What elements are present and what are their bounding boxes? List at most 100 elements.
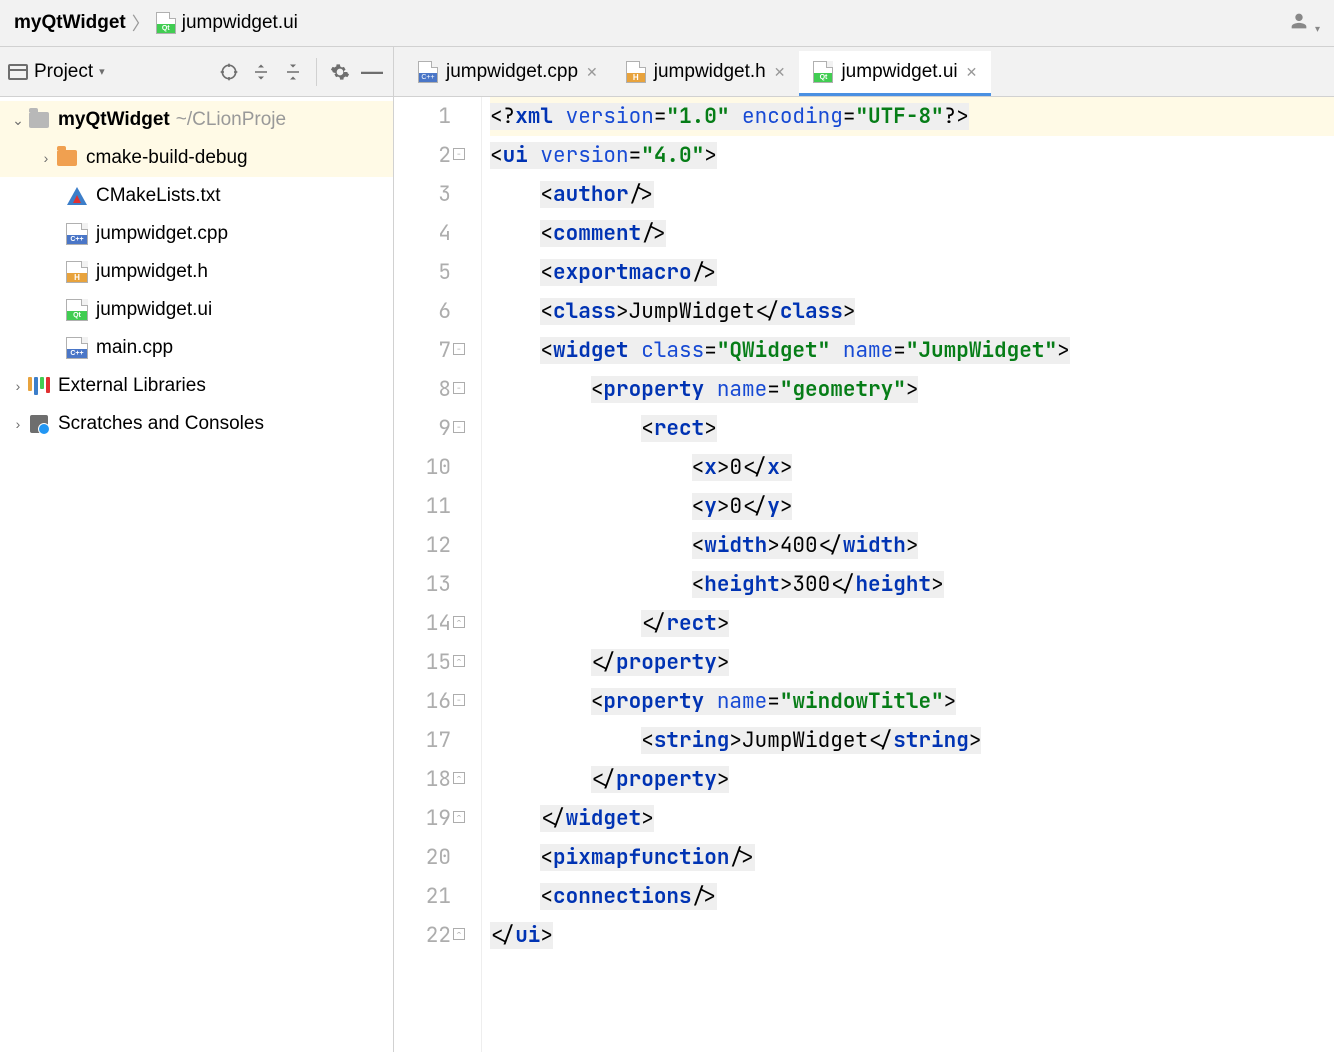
h-file-icon	[626, 61, 646, 83]
fold-icon[interactable]: −	[453, 694, 465, 706]
code-line[interactable]: <author/>	[490, 175, 1334, 214]
line-number[interactable]: 16−	[394, 682, 451, 721]
line-number[interactable]: 3	[394, 175, 451, 214]
code-line[interactable]: </ui>	[490, 916, 1334, 955]
qt-file-icon	[66, 299, 88, 321]
tree-project-root[interactable]: ⌄ myQtWidget ~/CLionProje	[0, 101, 393, 139]
code-line[interactable]: <x>0</x>	[490, 448, 1334, 487]
code-line[interactable]: <comment/>	[490, 214, 1334, 253]
tree-folder[interactable]: › cmake-build-debug	[0, 139, 393, 177]
fold-icon[interactable]: ⌃	[453, 616, 465, 628]
tree-file[interactable]: jumpwidget.cpp	[0, 215, 393, 253]
sidebar-label[interactable]: Project	[34, 61, 93, 83]
user-icon[interactable]: ▾	[1288, 10, 1320, 37]
close-icon[interactable]: ✕	[966, 64, 978, 81]
line-number[interactable]: 6	[394, 292, 451, 331]
external-label: External Libraries	[58, 375, 206, 397]
code-line[interactable]: <property name="windowTitle">	[490, 682, 1334, 721]
code-editor[interactable]: 12−34567−8−9−1011121314⌃15⌃16−1718⌃19⌃20…	[394, 97, 1334, 1052]
line-number[interactable]: 10	[394, 448, 451, 487]
cpp-file-icon	[66, 223, 88, 245]
tree-scratches[interactable]: › Scratches and Consoles	[0, 405, 393, 443]
code-line[interactable]: <ui version="4.0">	[490, 136, 1334, 175]
breadcrumb-root[interactable]: myQtWidget	[14, 12, 126, 34]
project-tree[interactable]: ⌄ myQtWidget ~/CLionProje › cmake-build-…	[0, 97, 393, 1052]
fold-icon[interactable]: ⌃	[453, 811, 465, 823]
fold-icon[interactable]: ⌃	[453, 928, 465, 940]
line-number[interactable]: 9−	[394, 409, 451, 448]
line-number[interactable]: 22⌃	[394, 916, 451, 955]
code-line[interactable]: </property>	[490, 643, 1334, 682]
collapse-arrow-icon[interactable]: ›	[36, 150, 56, 166]
code-line[interactable]: <?xml version="1.0" encoding="UTF-8"?>	[490, 97, 1334, 136]
fold-icon[interactable]: −	[453, 382, 465, 394]
fold-icon[interactable]: ⌃	[453, 772, 465, 784]
code-line[interactable]: <widget class="QWidget" name="JumpWidget…	[490, 331, 1334, 370]
collapse-arrow-icon[interactable]: ›	[8, 378, 28, 394]
code-line[interactable]: <property name="geometry">	[490, 370, 1334, 409]
code-line[interactable]: <connections/>	[490, 877, 1334, 916]
code-line[interactable]: <exportmacro/>	[490, 253, 1334, 292]
fold-icon[interactable]: −	[453, 421, 465, 433]
line-number[interactable]: 14⌃	[394, 604, 451, 643]
tree-file[interactable]: jumpwidget.h	[0, 253, 393, 291]
breadcrumb[interactable]: myQtWidget 〉 jumpwidget.ui	[14, 10, 298, 36]
line-number[interactable]: 21	[394, 877, 451, 916]
tree-file[interactable]: CMakeLists.txt	[0, 177, 393, 215]
project-path: ~/CLionProje	[176, 109, 286, 131]
code-line[interactable]: <y>0</y>	[490, 487, 1334, 526]
line-number[interactable]: 5	[394, 253, 451, 292]
line-number[interactable]: 17	[394, 721, 451, 760]
fold-icon[interactable]: −	[453, 343, 465, 355]
line-number[interactable]: 13	[394, 565, 451, 604]
breadcrumb-bar: myQtWidget 〉 jumpwidget.ui ▾	[0, 0, 1334, 47]
editor-tabs: jumpwidget.cpp✕jumpwidget.h✕jumpwidget.u…	[394, 47, 1334, 97]
line-number[interactable]: 8−	[394, 370, 451, 409]
hide-icon[interactable]: —	[359, 59, 385, 85]
line-gutter[interactable]: 12−34567−8−9−1011121314⌃15⌃16−1718⌃19⌃20…	[394, 97, 482, 1052]
line-number[interactable]: 11	[394, 487, 451, 526]
editor-tab[interactable]: jumpwidget.ui✕	[799, 51, 991, 96]
line-number[interactable]: 20	[394, 838, 451, 877]
settings-icon[interactable]	[327, 59, 353, 85]
code-line[interactable]: <pixmapfunction/>	[490, 838, 1334, 877]
tree-external-libs[interactable]: › External Libraries	[0, 367, 393, 405]
locate-icon[interactable]	[216, 59, 242, 85]
dropdown-icon[interactable]: ▾	[99, 65, 105, 78]
code-line[interactable]: <width>400</width>	[490, 526, 1334, 565]
breadcrumb-separator: 〉	[132, 10, 150, 36]
tab-label: jumpwidget.h	[654, 61, 766, 83]
editor-tab[interactable]: jumpwidget.cpp✕	[404, 51, 612, 96]
close-icon[interactable]: ✕	[586, 64, 598, 81]
line-number[interactable]: 19⌃	[394, 799, 451, 838]
tree-file[interactable]: main.cpp	[0, 329, 393, 367]
line-number[interactable]: 7−	[394, 331, 451, 370]
code-content[interactable]: <?xml version="1.0" encoding="UTF-8"?><u…	[482, 97, 1334, 1052]
qt-file-icon	[156, 12, 176, 34]
code-line[interactable]: <class>JumpWidget</class>	[490, 292, 1334, 331]
line-number[interactable]: 1	[394, 97, 451, 136]
code-line[interactable]: <rect>	[490, 409, 1334, 448]
code-line[interactable]: </rect>	[490, 604, 1334, 643]
line-number[interactable]: 4	[394, 214, 451, 253]
line-number[interactable]: 12	[394, 526, 451, 565]
code-line[interactable]: </widget>	[490, 799, 1334, 838]
line-number[interactable]: 15⌃	[394, 643, 451, 682]
collapse-all-icon[interactable]	[280, 59, 306, 85]
line-number[interactable]: 18⌃	[394, 760, 451, 799]
breadcrumb-file[interactable]: jumpwidget.ui	[156, 12, 298, 34]
expand-arrow-icon[interactable]: ⌄	[8, 112, 28, 129]
fold-icon[interactable]: −	[453, 148, 465, 160]
cmake-icon	[67, 187, 87, 205]
line-number[interactable]: 2−	[394, 136, 451, 175]
code-line[interactable]: <string>JumpWidget</string>	[490, 721, 1334, 760]
code-line[interactable]: </property>	[490, 760, 1334, 799]
tree-file[interactable]: jumpwidget.ui	[0, 291, 393, 329]
collapse-arrow-icon[interactable]: ›	[8, 416, 28, 432]
code-line[interactable]: <height>300</height>	[490, 565, 1334, 604]
editor-tab[interactable]: jumpwidget.h ✕	[612, 51, 800, 96]
folder-icon	[57, 150, 77, 166]
expand-all-icon[interactable]	[248, 59, 274, 85]
close-icon[interactable]: ✕	[774, 64, 786, 81]
fold-icon[interactable]: ⌃	[453, 655, 465, 667]
